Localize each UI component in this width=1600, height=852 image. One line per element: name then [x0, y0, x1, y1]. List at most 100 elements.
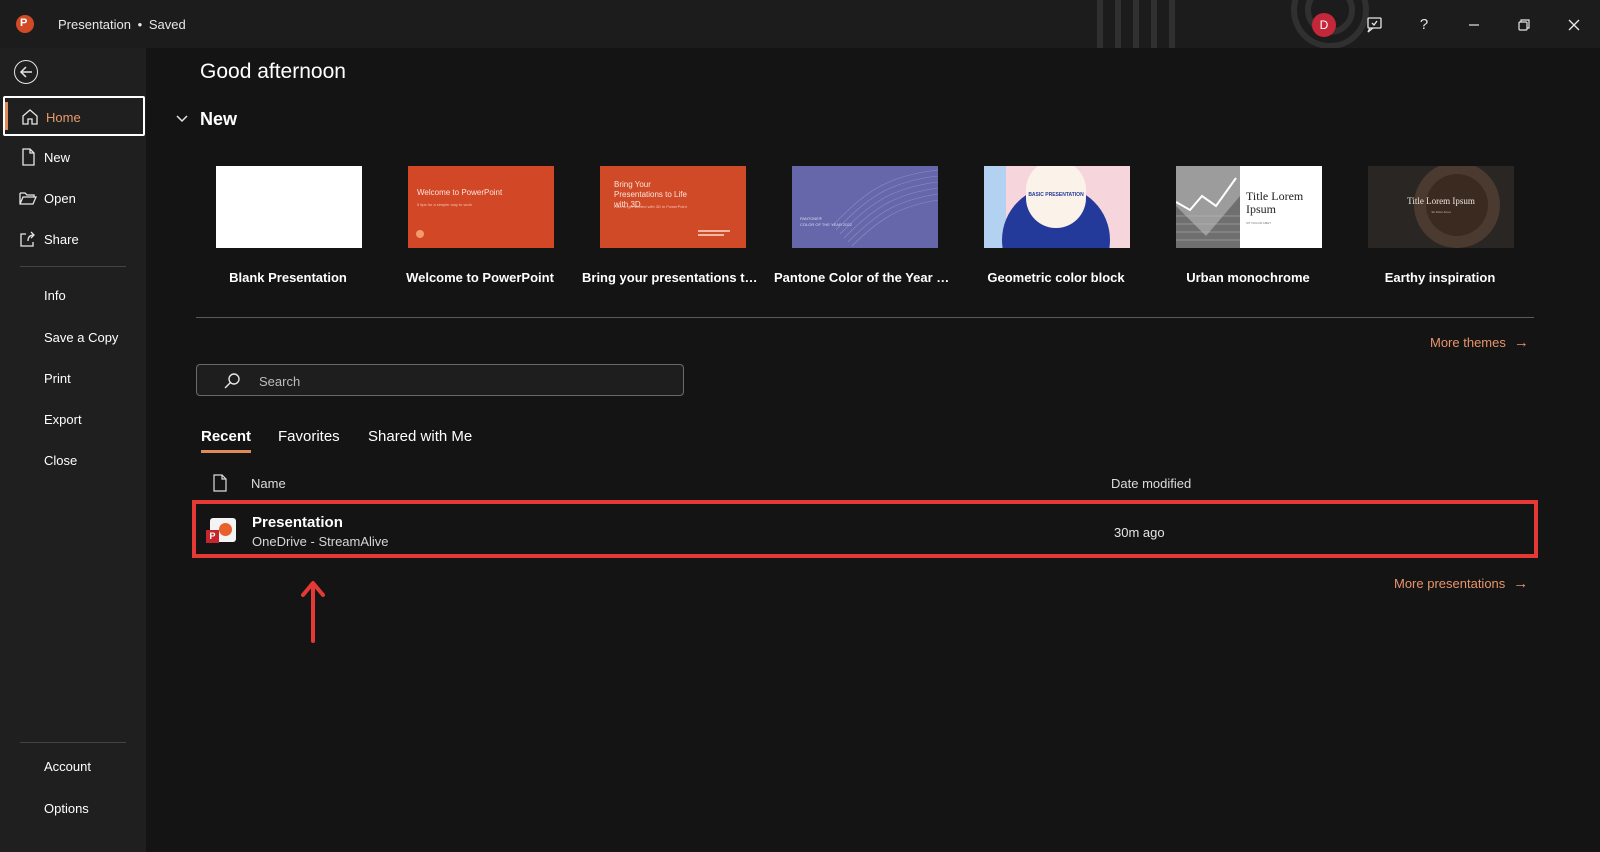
search-box[interactable] — [196, 364, 684, 396]
sidebar-item-label: Print — [44, 371, 71, 386]
thumbnail-title: Title Lorem Ipsum — [1407, 196, 1475, 206]
template-label: Welcome to PowerPoint — [406, 270, 554, 285]
template-label: Earthy inspiration — [1384, 270, 1496, 285]
powerpoint-file-icon: P — [206, 516, 236, 544]
sidebar-item-label: Share — [44, 232, 79, 247]
thumbnail-subtitle: COLOR OF THE YEAR 2022 — [800, 222, 852, 227]
sidebar-item-label: Open — [44, 191, 76, 206]
thumbnail-title: PANTONE® — [800, 216, 822, 221]
template-welcome-to-powerpoint[interactable]: Welcome to PowerPoint 5 tips for a simpl… — [390, 166, 554, 285]
thumbnail-subtitle: 5 tips for a simpler way to work — [417, 202, 472, 207]
minimize-icon[interactable] — [1461, 12, 1487, 38]
tab-shared-with-me[interactable]: Shared with Me — [368, 428, 472, 445]
annotation-arrow-icon — [301, 581, 325, 643]
template-thumbnail: Title Lorem Ipsum Sit Dolor Amet — [1368, 166, 1514, 248]
restore-icon[interactable] — [1511, 12, 1537, 38]
sidebar-item-label: Export — [44, 412, 82, 427]
help-icon[interactable]: ? — [1411, 12, 1437, 38]
template-thumbnail: Title Lorem Ipsum SIT DOLOR AMET — [1176, 166, 1322, 248]
thumbnail-subtitle: SIT DOLOR AMET — [1246, 221, 1272, 225]
more-presentations-label: More presentations — [1394, 576, 1506, 591]
file-row-presentation[interactable]: P Presentation OneDrive - StreamAlive 30… — [192, 500, 1538, 558]
sidebar-item-options[interactable]: Options — [3, 782, 145, 822]
template-label: Bring your presentations to Life with 3D — [582, 270, 762, 285]
template-blank-presentation[interactable]: Blank Presentation — [198, 166, 362, 285]
account-avatar[interactable]: D — [1312, 13, 1336, 37]
sidebar-divider — [20, 266, 126, 267]
new-document-icon — [22, 148, 35, 166]
arrow-right-icon: → — [1513, 334, 1529, 351]
template-earthy-inspiration[interactable]: Title Lorem Ipsum Sit Dolor Amet Earthy … — [1350, 166, 1514, 285]
thumbnail-subtitle: Sit Dolor Amet — [1431, 210, 1451, 214]
title-separator: • — [137, 17, 143, 32]
building-photo — [1176, 166, 1240, 248]
document-name: Presentation — [58, 17, 131, 32]
sidebar-item-label: Home — [46, 110, 81, 125]
feedback-icon[interactable] — [1361, 12, 1387, 38]
sidebar-item-new[interactable]: New — [3, 138, 145, 178]
folder-open-icon — [19, 192, 37, 205]
template-urban-monochrome[interactable]: Title Lorem Ipsum SIT DOLOR AMET Urban m… — [1158, 166, 1322, 285]
more-presentations-link[interactable]: More presentations → — [1394, 575, 1528, 592]
sidebar-item-label: Close — [44, 453, 78, 468]
sidebar-item-close[interactable]: Close — [3, 441, 145, 481]
sidebar-item-print[interactable]: Print — [3, 359, 145, 399]
template-thumbnail — [216, 166, 362, 248]
thumbnail-line — [698, 230, 730, 232]
search-input[interactable] — [259, 371, 659, 391]
thumbnail-title: BASIC PRESENTATION — [1028, 192, 1084, 198]
sidebar-item-share[interactable]: Share — [3, 220, 145, 260]
template-bring-presentations-3d[interactable]: Bring Your Presentations to Life with 3D… — [582, 166, 762, 285]
save-status: Saved — [148, 17, 186, 32]
template-pantone-color[interactable]: PANTONE® COLOR OF THE YEAR 2022 Pantone … — [774, 166, 954, 285]
powerpoint-file-icon — [219, 523, 232, 536]
tab-favorites[interactable]: Favorites — [278, 428, 340, 445]
search-icon — [224, 373, 240, 389]
sidebar-item-label: Info — [44, 288, 66, 303]
template-thumbnail: Welcome to PowerPoint 5 tips for a simpl… — [408, 166, 554, 248]
column-header-date-modified[interactable]: Date modified — [1111, 476, 1191, 491]
sidebar-item-export[interactable]: Export — [3, 400, 145, 440]
powerpoint-logo-icon — [16, 15, 34, 33]
template-thumbnail: BASIC PRESENTATION — [984, 166, 1130, 248]
template-thumbnail: PANTONE® COLOR OF THE YEAR 2022 — [792, 166, 938, 248]
thumbnail-subtitle: How to get started with 3D in PowerPoint — [614, 204, 687, 209]
powerpoint-file-icon: P — [206, 530, 219, 543]
thumbnail-title: Welcome to PowerPoint — [417, 188, 503, 197]
template-label: Urban monochrome — [1186, 270, 1310, 285]
wave-pattern-decoration — [831, 169, 938, 247]
sidebar-item-account[interactable]: Account — [3, 740, 145, 780]
home-icon — [22, 109, 38, 125]
thumbnail-logo-icon — [416, 230, 424, 238]
document-title: Presentation • Saved — [58, 17, 186, 32]
chevron-down-icon[interactable] — [175, 112, 189, 126]
template-geometric-color-block[interactable]: BASIC PRESENTATION Geometric color block — [966, 166, 1130, 285]
template-label: Pantone Color of the Year 2022 — [774, 270, 954, 285]
file-date-modified: 30m ago — [1114, 525, 1165, 540]
file-location: OneDrive - StreamAlive — [252, 534, 389, 549]
greeting-heading: Good afternoon — [200, 60, 346, 83]
column-header-name[interactable]: Name — [251, 476, 286, 491]
sidebar-item-info[interactable]: Info — [3, 276, 145, 316]
sidebar-item-open[interactable]: Open — [3, 179, 145, 219]
backstage-sidebar: Home New Open Share Info Save a Copy Pri… — [0, 48, 146, 852]
sidebar-item-label: Account — [44, 759, 91, 774]
thumbnail-title: Title Lorem Ipsum — [1246, 189, 1304, 216]
more-themes-link[interactable]: More themes → — [1430, 334, 1529, 351]
tab-recent[interactable]: Recent — [201, 428, 252, 453]
sidebar-item-label: New — [44, 150, 71, 165]
title-bar: Presentation • Saved D ? — [0, 0, 1600, 48]
share-icon — [20, 231, 35, 247]
back-arrow-icon[interactable] — [14, 60, 38, 84]
arrow-right-icon: → — [1513, 575, 1529, 592]
sidebar-item-label: Options — [44, 801, 89, 816]
template-label: Geometric color block — [987, 270, 1125, 285]
close-icon[interactable] — [1561, 12, 1587, 38]
template-label: Blank Presentation — [229, 270, 347, 285]
sidebar-item-home[interactable]: Home — [3, 96, 145, 136]
file-type-icon — [213, 474, 227, 492]
sidebar-item-label: Save a Copy — [44, 330, 119, 345]
sidebar-item-save-a-copy[interactable]: Save a Copy — [3, 318, 145, 358]
new-section-title: New — [200, 109, 238, 129]
section-divider — [196, 317, 1534, 318]
